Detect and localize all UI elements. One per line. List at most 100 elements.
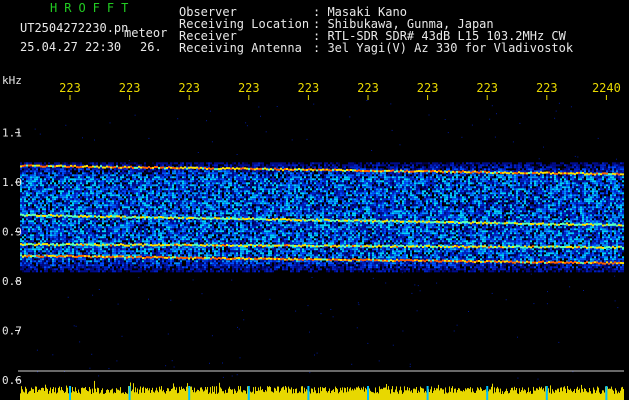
heat-cell <box>234 188 236 190</box>
heat-cell <box>192 180 194 182</box>
heat-cell <box>66 176 68 178</box>
heat-cell <box>296 164 298 166</box>
heat-cell <box>34 198 36 200</box>
heat-cell <box>530 180 532 182</box>
heat-cell <box>208 176 210 178</box>
heat-cell <box>570 174 572 176</box>
heat-cell <box>328 188 330 190</box>
heat-cell <box>622 166 624 168</box>
heat-cell <box>400 188 402 190</box>
heat-cell <box>470 174 472 176</box>
heat-cell <box>44 194 46 196</box>
heat-cell <box>28 162 30 164</box>
heat-cell <box>106 198 108 200</box>
heat-cell <box>312 184 314 186</box>
heat-cell <box>230 200 232 202</box>
heat-cell <box>328 200 330 202</box>
heat-cell <box>40 172 42 174</box>
heat-cell <box>208 188 210 190</box>
heat-cell <box>82 192 84 194</box>
heat-cell <box>376 180 378 182</box>
heat-cell <box>296 176 298 178</box>
heat-cell <box>390 184 392 186</box>
heat-cell <box>406 186 408 188</box>
heat-cell <box>62 162 64 164</box>
heat-cell <box>520 184 522 186</box>
heat-cell <box>412 178 414 180</box>
heat-cell <box>124 168 126 170</box>
heat-cell <box>132 176 134 178</box>
heat-cell <box>472 162 474 164</box>
heat-cell <box>544 192 546 194</box>
heat-cell <box>72 194 74 196</box>
heat-cell <box>322 186 324 188</box>
heat-cell <box>532 162 534 164</box>
heat-cell <box>402 188 404 190</box>
heat-cell <box>376 196 378 198</box>
heat-cell <box>406 200 408 202</box>
heat-cell <box>392 182 394 184</box>
heat-cell <box>406 182 408 184</box>
heat-cell <box>484 194 486 196</box>
heat-cell <box>418 190 420 192</box>
heat-cell <box>172 162 174 164</box>
heat-cell <box>178 182 180 184</box>
heat-cell <box>438 190 440 192</box>
heat-cell <box>102 180 104 182</box>
heat-cell <box>606 194 608 196</box>
heat-cell <box>258 196 260 198</box>
heat-cell <box>338 162 340 164</box>
heat-cell <box>100 176 102 178</box>
heat-cell <box>358 164 360 166</box>
heat-cell <box>116 172 118 174</box>
heat-cell <box>384 184 386 186</box>
heat-cell <box>392 194 394 196</box>
heat-cell <box>114 176 116 178</box>
heat-cell <box>108 170 110 172</box>
heat-cell <box>360 196 362 198</box>
heat-cell <box>236 172 238 174</box>
heat-cell <box>56 186 58 188</box>
heat-cell <box>572 162 574 164</box>
heat-cell <box>302 180 304 182</box>
heat-cell <box>540 190 542 192</box>
heat-cell <box>454 166 456 168</box>
heat-cell <box>468 180 470 182</box>
heat-cell <box>352 172 354 174</box>
heat-cell <box>290 190 292 192</box>
heat-cell <box>248 164 250 166</box>
heat-cell <box>146 180 148 182</box>
heat-cell <box>506 162 508 164</box>
heat-cell <box>468 164 470 166</box>
heat-cell <box>296 174 298 176</box>
heat-cell <box>184 192 186 194</box>
heat-cell <box>290 164 292 166</box>
heat-cell <box>178 164 180 166</box>
heat-cell <box>216 200 218 202</box>
heat-cell <box>126 180 128 182</box>
heat-cell <box>260 188 262 190</box>
heat-cell <box>354 164 356 166</box>
heat-cell <box>314 192 316 194</box>
heat-cell <box>494 180 496 182</box>
heat-cell <box>526 190 528 192</box>
heat-cell <box>294 164 296 166</box>
heat-cell <box>468 194 470 196</box>
heat-cell <box>552 198 554 200</box>
heat-cell <box>470 180 472 182</box>
heat-cell <box>522 178 524 180</box>
heat-cell <box>198 176 200 178</box>
heat-cell <box>22 172 24 174</box>
heat-cell <box>420 186 422 188</box>
heat-cell <box>168 178 170 180</box>
heat-cell <box>124 188 126 190</box>
heat-cell <box>60 174 62 176</box>
heat-cell <box>286 194 288 196</box>
heat-cell <box>210 162 212 164</box>
heat-cell <box>102 198 104 200</box>
heat-cell <box>190 176 192 178</box>
heat-cell <box>284 196 286 198</box>
heat-cell <box>58 162 60 164</box>
heat-cell <box>362 196 364 198</box>
heat-cell <box>418 186 420 188</box>
